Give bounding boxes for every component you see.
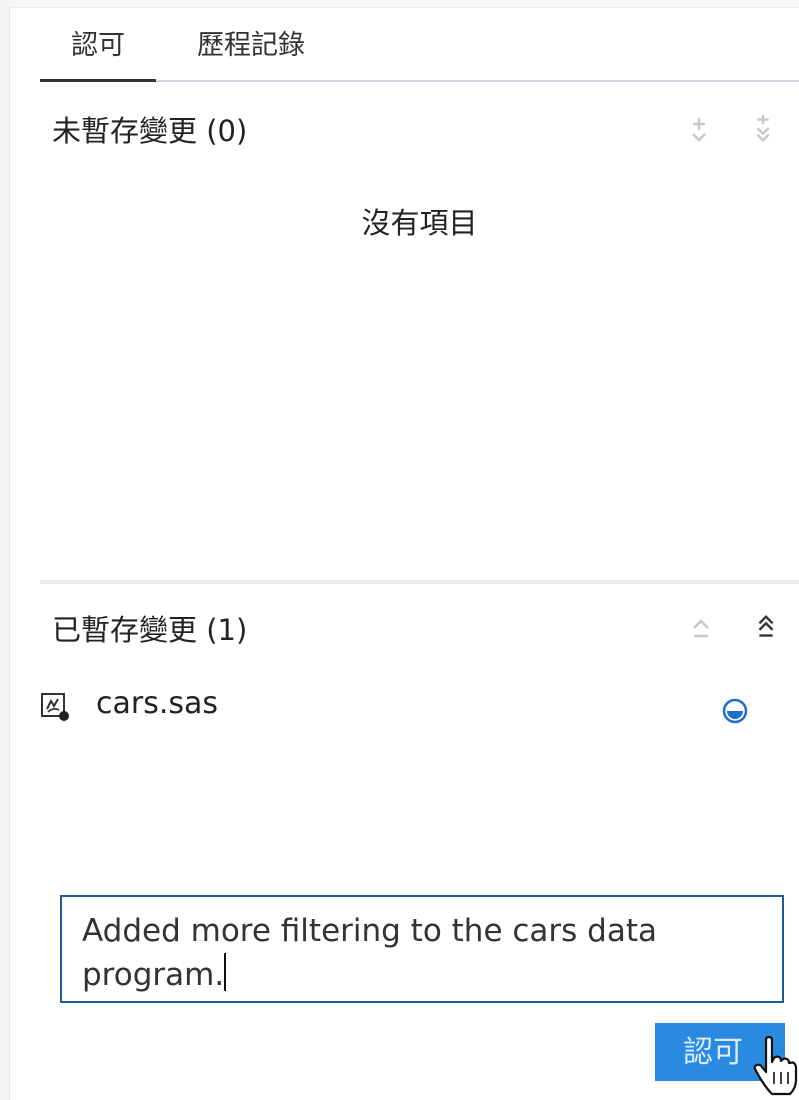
commit-message-input[interactable]: Added more filtering to the cars data pr… <box>60 895 784 1003</box>
stage-all-icon[interactable] <box>752 112 774 144</box>
stage-icon[interactable] <box>688 114 710 146</box>
git-panel: 認可 歷程記錄 未暫存變更 (0) 沒有項目 已暫存變更 (1) cars.sa… <box>0 0 799 1100</box>
tab-history[interactable]: 歷程記錄 <box>186 22 316 80</box>
top-edge <box>9 0 799 8</box>
file-name: cars.sas <box>96 686 219 721</box>
unstage-icon[interactable] <box>720 696 750 726</box>
tab-bar: 認可 歷程記錄 <box>40 22 799 82</box>
text-caret <box>224 953 227 991</box>
sas-program-file-icon <box>41 693 69 721</box>
unstaged-changes-title: 未暫存變更 (0) <box>52 114 248 148</box>
section-divider[interactable] <box>40 580 799 584</box>
collapse-icon[interactable] <box>690 614 712 646</box>
staged-changes-title: 已暫存變更 (1) <box>52 613 248 647</box>
commit-button[interactable]: 認可 <box>655 1023 785 1081</box>
no-items-label: 沒有項目 <box>361 206 478 240</box>
commit-message-text: Added more filtering to the cars data pr… <box>82 913 667 993</box>
staged-file-row[interactable]: cars.sas <box>40 682 780 732</box>
tab-commit[interactable]: 認可 <box>40 22 156 82</box>
collapse-all-icon[interactable] <box>755 612 777 644</box>
left-edge <box>0 0 10 1100</box>
